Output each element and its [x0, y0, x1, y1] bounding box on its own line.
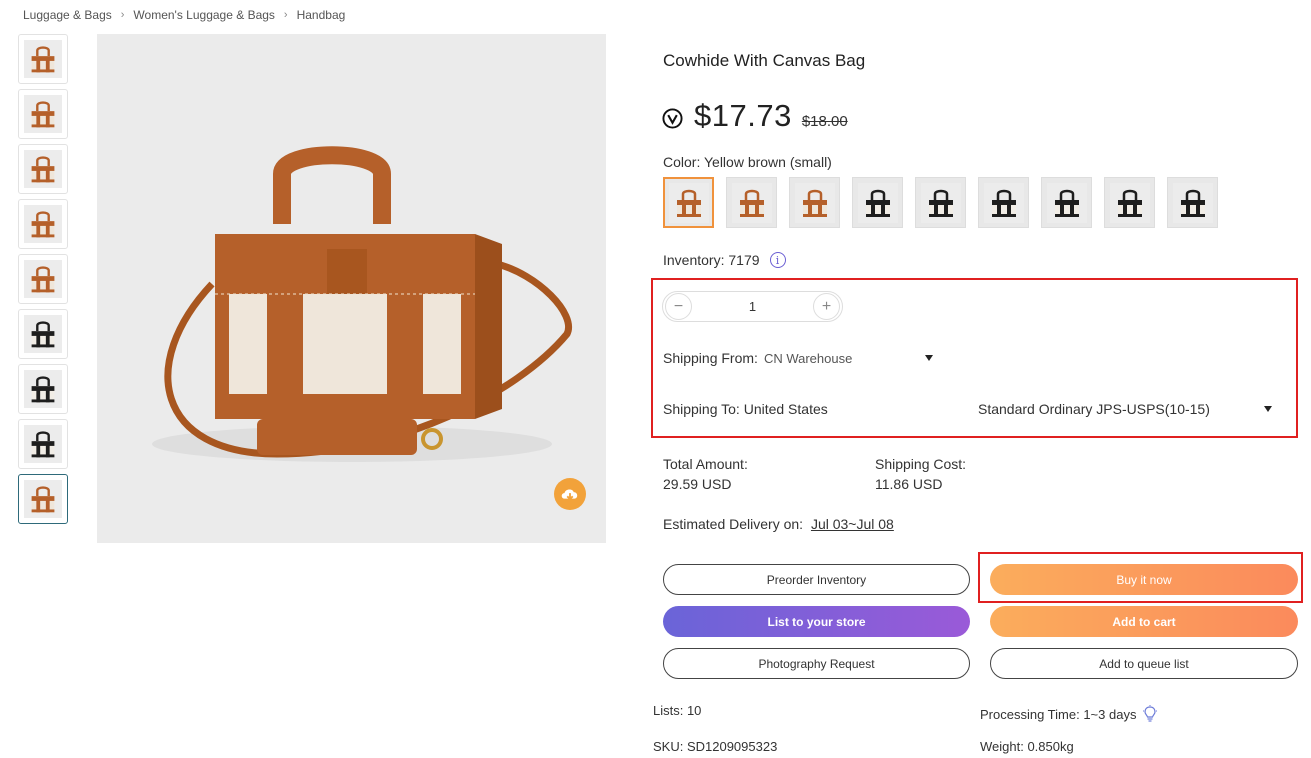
thumbnail-2[interactable]: [18, 89, 68, 139]
shipping-cost: Shipping Cost: 11.86 USD: [875, 454, 966, 494]
breadcrumb-luggage-bags[interactable]: Luggage & Bags: [23, 8, 112, 22]
bag-thumbnail-image: [731, 182, 772, 223]
cloud-download-icon: [561, 489, 578, 501]
quantity-increase-button[interactable]: +: [813, 293, 840, 320]
buy-now-button[interactable]: Buy it now: [990, 564, 1298, 595]
bag-illustration: [152, 146, 573, 462]
estimated-delivery: Estimated Delivery on: Jul 03~Jul 08: [663, 516, 894, 532]
photography-request-button[interactable]: Photography Request: [663, 648, 970, 679]
shipping-cost-label: Shipping Cost:: [875, 456, 967, 472]
preorder-inventory-button[interactable]: Preorder Inventory: [663, 564, 970, 595]
thumbnail-9[interactable]: [18, 474, 68, 524]
processing-time: Processing Time: 1~3 days: [980, 706, 1137, 722]
inventory-row: Inventory: 7179 i: [663, 252, 786, 268]
bag-thumbnail-image: [920, 182, 961, 223]
shipping-to-value[interactable]: United States: [744, 401, 828, 417]
color-swatch-9[interactable]: [1167, 177, 1218, 228]
bag-thumbnail-image: [794, 182, 835, 223]
bag-thumbnail-image: [24, 150, 62, 188]
bag-thumbnail-image: [24, 40, 62, 78]
color-label: Color: Yellow brown (small): [663, 154, 832, 170]
list-to-store-button[interactable]: List to your store: [663, 606, 970, 637]
bag-thumbnail-image: [24, 370, 62, 408]
product-title: Cowhide With Canvas Bag: [663, 51, 866, 70]
light-bulb-icon: [1143, 705, 1158, 722]
color-swatch-2[interactable]: [726, 177, 777, 228]
bag-thumbnail-image: [24, 315, 62, 353]
add-to-queue-button[interactable]: Add to queue list: [990, 648, 1298, 679]
thumbnail-5[interactable]: [18, 254, 68, 304]
color-swatch-1[interactable]: [663, 177, 714, 228]
thumbnail-3[interactable]: [18, 144, 68, 194]
thumbnail-list: [18, 34, 68, 529]
bag-thumbnail-image: [1046, 182, 1087, 223]
shipping-from-label: Shipping From:: [663, 350, 758, 366]
breadcrumb-handbag[interactable]: Handbag: [297, 8, 346, 22]
processing-time-row: Processing Time: 1~3 days: [980, 705, 1158, 723]
price-row: $17.73 $18.00: [662, 98, 848, 134]
shipping-from-select[interactable]: CN Warehouse: [764, 351, 914, 366]
breadcrumb-womens-luggage[interactable]: Women's Luggage & Bags: [133, 8, 275, 22]
caret-down-icon[interactable]: [925, 355, 933, 361]
breadcrumb-chevron-icon: ›: [283, 9, 288, 21]
bag-thumbnail-image: [24, 95, 62, 133]
bag-thumbnail-image: [1172, 182, 1213, 223]
bag-thumbnail-image: [857, 182, 898, 223]
total-amount: Total Amount: 29.59 USD: [663, 454, 748, 494]
total-amount-label: Total Amount:: [663, 456, 748, 472]
add-to-cart-button[interactable]: Add to cart: [990, 606, 1298, 637]
sku: SKU: SD1209095323: [653, 739, 778, 754]
thumbnail-7[interactable]: [18, 364, 68, 414]
lists-count: Lists: 10: [653, 703, 702, 718]
color-swatch-7[interactable]: [1041, 177, 1092, 228]
inventory-text: Inventory: 7179: [663, 252, 760, 268]
color-swatch-3[interactable]: [789, 177, 840, 228]
shipping-to-label: Shipping To:: [663, 401, 740, 417]
bag-thumbnail-image: [24, 480, 62, 518]
thumbnail-4[interactable]: [18, 199, 68, 249]
bag-thumbnail-image: [24, 260, 62, 298]
breadcrumb-chevron-icon: ›: [120, 9, 125, 21]
main-product-image: [97, 34, 606, 543]
quantity-input[interactable]: [712, 299, 793, 314]
weight: Weight: 0.850kg: [980, 739, 1074, 754]
color-swatch-8[interactable]: [1104, 177, 1155, 228]
color-swatch-5[interactable]: [915, 177, 966, 228]
delivery-label: Estimated Delivery on:: [663, 516, 804, 532]
original-price: $18.00: [801, 112, 848, 130]
thumbnail-8[interactable]: [18, 419, 68, 469]
bag-thumbnail-image: [668, 182, 709, 223]
shipping-method-select[interactable]: Standard Ordinary JPS-USPS(10-15): [978, 401, 1210, 417]
bag-thumbnail-image: [24, 205, 62, 243]
v-circle-icon: [662, 107, 683, 129]
shipping-to-row: Shipping To: United States: [663, 401, 828, 417]
color-swatch-4[interactable]: [852, 177, 903, 228]
thumbnail-1[interactable]: [18, 34, 68, 84]
bag-thumbnail-image: [24, 425, 62, 463]
bag-thumbnail-image: [983, 182, 1024, 223]
delivery-date: Jul 03~Jul 08: [810, 516, 894, 532]
color-swatch-list: [663, 177, 1230, 228]
thumbnail-6[interactable]: [18, 309, 68, 359]
quantity-stepper: − +: [662, 291, 843, 322]
download-image-button[interactable]: [554, 478, 586, 510]
shipping-from-row: Shipping From: CN Warehouse: [663, 350, 914, 366]
quantity-decrease-button[interactable]: −: [665, 293, 692, 320]
info-icon[interactable]: i: [769, 252, 786, 268]
bag-thumbnail-image: [1109, 182, 1150, 223]
color-swatch-6[interactable]: [978, 177, 1029, 228]
shipping-cost-value: 11.86 USD: [875, 476, 943, 492]
total-amount-value: 29.59 USD: [663, 476, 732, 492]
current-price: $17.73: [694, 98, 792, 133]
caret-down-icon[interactable]: [1264, 406, 1272, 412]
breadcrumb: Luggage & Bags › Women's Luggage & Bags …: [23, 8, 345, 22]
